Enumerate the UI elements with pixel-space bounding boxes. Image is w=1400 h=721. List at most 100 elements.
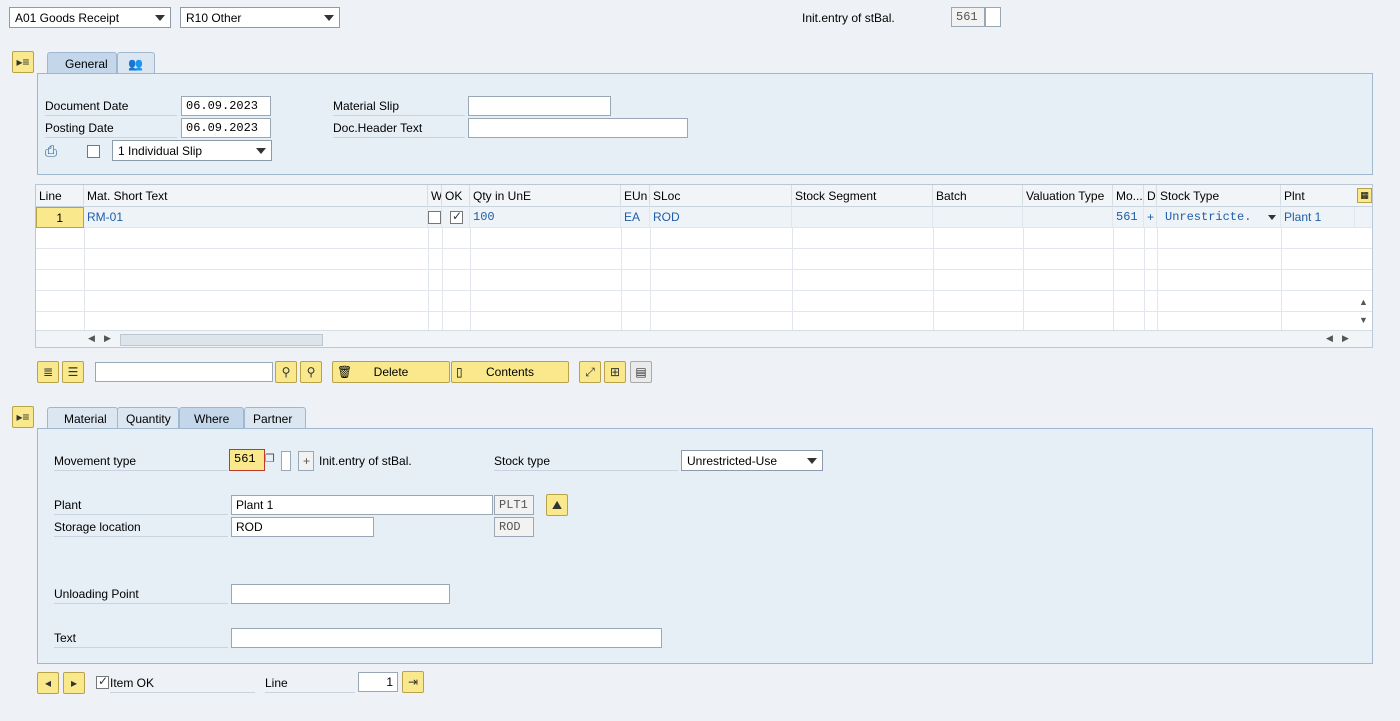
scroll-left-icon[interactable]: ◀ — [88, 333, 95, 344]
collapse-header-button[interactable]: ▸≡ — [12, 51, 34, 73]
deselect-all-button[interactable]: ☰ — [62, 361, 84, 383]
binoculars-icon: ⚲ — [281, 365, 291, 379]
grid-line — [792, 228, 793, 333]
col-stock-segment[interactable]: Stock Segment — [792, 185, 933, 207]
go-to-line-button[interactable]: ⇥ — [402, 671, 424, 693]
print-checkbox[interactable] — [87, 145, 100, 158]
select-all-button[interactable]: ≣ — [37, 361, 59, 383]
scroll-left-icon[interactable]: ◀ — [1326, 333, 1333, 344]
init-entry-label: Init.entry of stBal. — [802, 11, 895, 25]
printer-icon[interactable]: ⎙ — [45, 143, 57, 160]
unloading-point-field[interactable] — [231, 584, 450, 604]
document-date-field[interactable]: 06.09.2023 — [181, 96, 271, 116]
document-icon: ▯ — [456, 365, 463, 379]
row-w-checkbox[interactable] — [428, 211, 441, 224]
plant-field[interactable]: Plant 1 — [231, 495, 493, 515]
col-line[interactable]: Line — [36, 185, 84, 207]
contents-button[interactable]: ▯ Contents — [451, 361, 569, 383]
movement-text: Init.entry of stBal. — [319, 454, 412, 468]
search-input[interactable] — [95, 362, 273, 382]
go-to-line-icon: ⇥ — [407, 675, 419, 689]
row-eun[interactable]: EA — [621, 207, 650, 228]
plant-info-button[interactable]: ⛰ — [546, 494, 568, 516]
col-valuation-type[interactable]: Valuation Type — [1023, 185, 1113, 207]
row-batch[interactable] — [933, 207, 1023, 228]
col-ok[interactable]: OK — [442, 185, 470, 207]
table-settings-icon[interactable]: ▦ — [1357, 188, 1372, 203]
row-ok-checkbox[interactable] — [450, 209, 463, 224]
material-slip-label: Material Slip — [333, 96, 465, 116]
line-field[interactable]: 1 — [358, 672, 398, 692]
table-row — [36, 291, 1372, 312]
movement-type-field[interactable]: 561 — [229, 449, 265, 471]
tab-general[interactable]: General — [47, 52, 117, 74]
row-plnt[interactable]: Plant 1 — [1281, 207, 1355, 228]
find-button[interactable]: ⚲ — [275, 361, 297, 383]
action-select[interactable]: A01 Goods Receipt — [9, 7, 171, 28]
collapse-icon: ▸≡ — [16, 410, 30, 424]
horizontal-scrollbar[interactable]: ◀ ▶ ◀ ▶ — [36, 330, 1372, 347]
col-mat-short-text[interactable]: Mat. Short Text — [84, 185, 428, 207]
row-sloc[interactable]: ROD — [650, 207, 792, 228]
document-date-label: Document Date — [45, 96, 177, 116]
slip-select[interactable]: 1 Individual Slip — [112, 140, 272, 161]
expand-button[interactable]: ⤢ — [579, 361, 601, 383]
previous-item-button[interactable]: ◂ — [37, 672, 59, 694]
table-row[interactable]: 1 RM-01 100 EA ROD 561 + Unrestricte. Pl… — [36, 207, 1372, 228]
material-slip-field[interactable] — [468, 96, 611, 116]
movement-type-label: Movement type — [54, 451, 228, 471]
col-stock-type[interactable]: Stock Type — [1157, 185, 1281, 207]
slip-select-value: 1 Individual Slip — [118, 144, 203, 158]
scroll-up-icon[interactable]: ▲ — [1359, 297, 1368, 307]
tab-partner[interactable]: Partner — [244, 407, 306, 429]
row-mat-short-text[interactable]: RM-01 — [84, 207, 428, 228]
scroll-right-icon[interactable]: ▶ — [1342, 333, 1349, 344]
scroll-down-icon[interactable]: ▼ — [1359, 315, 1368, 325]
delete-button[interactable]: 🗑 Delete — [332, 361, 450, 383]
tab-material[interactable]: Material — [47, 407, 118, 429]
chevron-down-icon — [1268, 215, 1276, 220]
tab-where-label: Where — [194, 412, 230, 426]
row-valuation-type[interactable] — [1023, 207, 1113, 228]
find-next-button[interactable]: ⚲ — [300, 361, 322, 383]
col-movement[interactable]: Mo... — [1113, 185, 1144, 207]
doc-header-text-field[interactable] — [468, 118, 688, 138]
row-stock-type[interactable]: Unrestricte. — [1157, 207, 1281, 228]
col-eun[interactable]: EUn — [621, 185, 650, 207]
row-stock-segment[interactable] — [792, 207, 933, 228]
storage-location-field[interactable]: ROD — [231, 517, 374, 537]
text-field[interactable] — [231, 628, 662, 648]
row-d[interactable]: + — [1144, 207, 1157, 228]
row-w-cell[interactable] — [428, 207, 442, 228]
reference-select[interactable]: R10 Other — [180, 7, 340, 28]
tab-quantity[interactable]: Quantity — [117, 407, 179, 429]
item-ok-checkbox[interactable] — [96, 674, 109, 689]
row-ok-cell[interactable] — [442, 207, 470, 228]
reference-select-value: R10 Other — [186, 11, 242, 25]
col-qty[interactable]: Qty in UnE — [470, 185, 621, 207]
row-movement[interactable]: 561 — [1113, 207, 1144, 228]
grid-line — [470, 228, 471, 333]
row-qty[interactable]: 100 — [470, 207, 621, 228]
stock-type-select[interactable]: Unrestricted-Use — [681, 450, 823, 471]
movement-sign: + — [298, 451, 314, 471]
value-help-icon[interactable]: ❐ — [265, 452, 275, 465]
scroll-right-icon[interactable]: ▶ — [104, 333, 111, 344]
col-w[interactable]: W — [428, 185, 442, 207]
scroll-thumb[interactable] — [120, 334, 323, 346]
col-plnt[interactable]: Plnt — [1281, 185, 1355, 207]
previous-item-icon: ◂ — [44, 676, 52, 690]
col-sloc[interactable]: SLoc — [650, 185, 792, 207]
row-line-cell[interactable]: 1 — [36, 207, 84, 228]
hierarchy-button[interactable]: ⊞ — [604, 361, 626, 383]
stock-type-label: Stock type — [494, 451, 678, 471]
next-item-button[interactable]: ▸ — [63, 672, 85, 694]
item-ok-label: Item OK — [110, 673, 255, 693]
collapse-icon: ▸≡ — [16, 55, 30, 69]
tab-where[interactable]: Where — [179, 407, 244, 429]
posting-date-field[interactable]: 06.09.2023 — [181, 118, 271, 138]
col-batch[interactable]: Batch — [933, 185, 1023, 207]
col-d[interactable]: D — [1144, 185, 1157, 207]
collapse-detail-button[interactable]: ▸≡ — [12, 406, 34, 428]
tab-partner-icon[interactable]: 👥 — [117, 52, 155, 74]
